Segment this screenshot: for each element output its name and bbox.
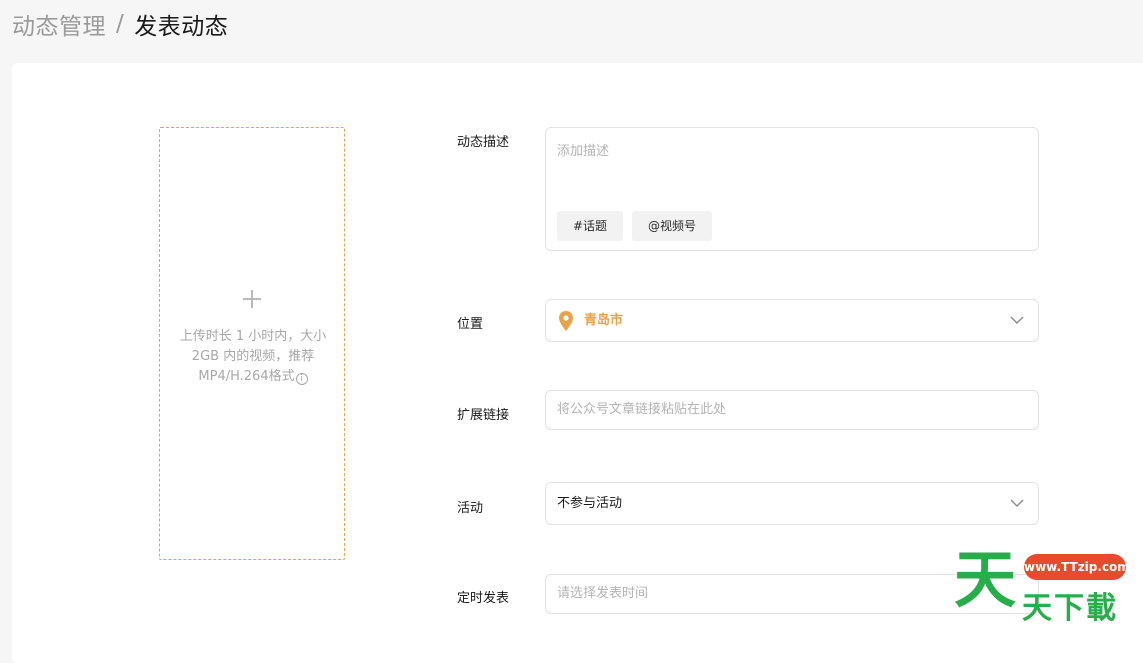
watermark-url: www.TTzip.com [1024,554,1130,580]
breadcrumb: 动态管理 / 发表动态 [12,8,228,40]
link-placeholder: 将公众号文章链接粘贴在此处 [557,402,727,417]
map-pin-icon [559,311,573,331]
plus-icon [243,290,261,308]
link-input[interactable]: 将公众号文章链接粘贴在此处 [545,390,1039,430]
chevron-down-icon [1010,499,1024,507]
video-upload-area[interactable]: 上传时长 1 小时内，大小 2GB 内的视频，推荐MP4/H.264格式 i [159,127,345,560]
description-field[interactable]: 添加描述 #话题 @视频号 [545,127,1039,251]
activity-label: 活动 [457,501,484,516]
upload-hint: 上传时长 1 小时内，大小 2GB 内的视频，推荐MP4/H.264格式 i [178,327,328,387]
add-topic-button[interactable]: #话题 [557,211,624,241]
info-icon[interactable]: i [295,373,308,385]
schedule-label: 定时发表 [457,591,510,606]
breadcrumb-separator: / [116,11,125,37]
location-select[interactable]: 青岛市 [545,299,1039,342]
schedule-placeholder: 请选择发表时间 [557,586,649,601]
location-label: 位置 [457,317,484,332]
activity-value: 不参与活动 [557,496,623,511]
watermark-logo: 天 www.TTzip.com 天下載 [952,543,1137,627]
mention-channel-button[interactable]: @视频号 [632,211,713,241]
activity-select[interactable]: 不参与活动 [545,482,1039,525]
description-placeholder: 添加描述 [557,144,610,159]
watermark-big-char: 天 [954,543,1017,616]
page-title: 发表动态 [134,14,229,40]
chevron-down-icon [1010,316,1024,324]
watermark-text: 天下載 [1022,591,1118,626]
description-label: 动态描述 [457,135,510,150]
link-label: 扩展链接 [457,408,510,423]
breadcrumb-parent[interactable]: 动态管理 [12,7,106,41]
location-value: 青岛市 [584,313,624,328]
